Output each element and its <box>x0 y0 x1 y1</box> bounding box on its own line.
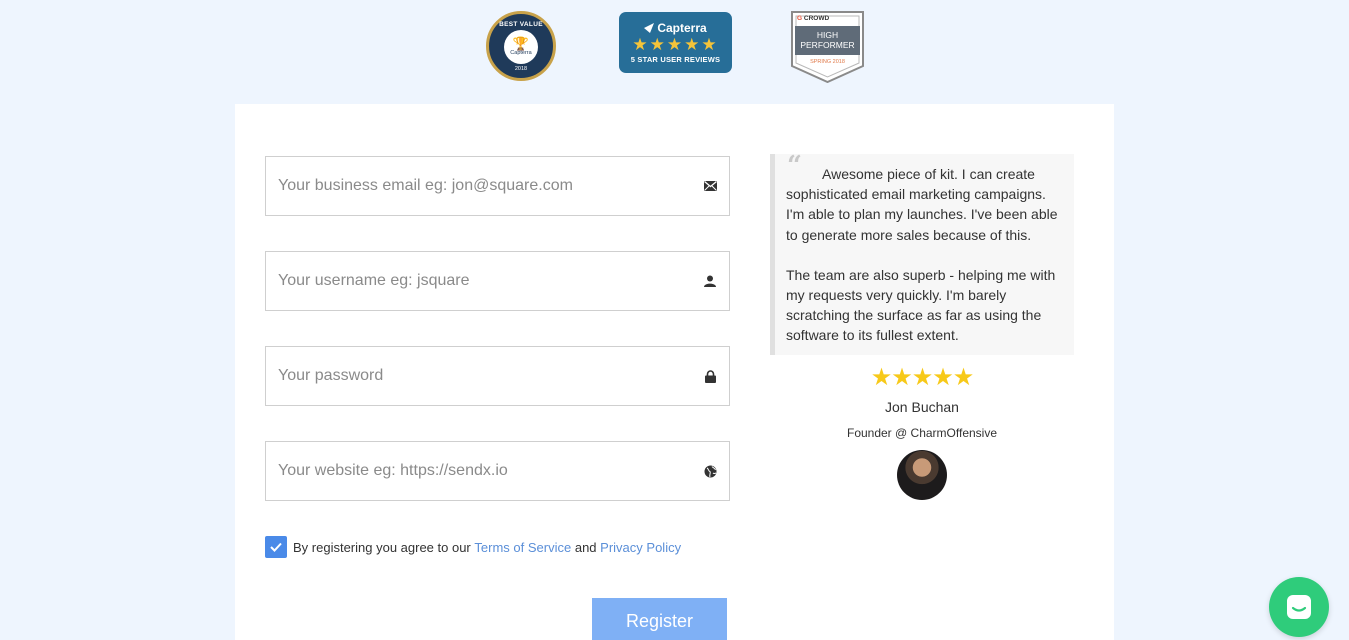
terms-of-service-link[interactable]: Terms of Service <box>474 540 571 555</box>
award-badges: BEST VALUE 🏆 Capterra 2018 Capterra ★★★★… <box>0 0 1349 100</box>
globe-icon <box>703 464 717 478</box>
agree-checkbox[interactable] <box>265 536 287 558</box>
signup-card: By registering you agree to our Terms of… <box>235 104 1114 640</box>
terms-text: By registering you agree to our <box>293 539 471 555</box>
trophy-icon: 🏆 <box>512 35 530 51</box>
g2-header: G CROWD <box>797 15 829 22</box>
capterra-badge: Capterra ★★★★★ 5 STAR USER REVIEWS <box>619 12 732 73</box>
capterra-subtitle: 5 STAR USER REVIEWS <box>630 55 721 64</box>
username-input[interactable] <box>278 272 703 290</box>
testimonial-quote: “ Awesome piece of kit. I can create sop… <box>770 151 1074 355</box>
checkmark-icon <box>270 542 282 552</box>
email-field[interactable] <box>265 156 730 216</box>
terms-agreement: By registering you agree to our Terms of… <box>265 536 681 558</box>
g2-season: SPRING 2018 <box>810 59 845 65</box>
g2-logo-icon: G <box>797 15 803 22</box>
best-value-badge: BEST VALUE 🏆 Capterra 2018 <box>486 11 556 81</box>
quote-icon: “ <box>787 151 802 181</box>
g2-high-performer-badge: G CROWD HIGH PERFORMER SPRING 2018 <box>791 11 864 83</box>
password-input[interactable] <box>278 367 703 385</box>
best-value-year: 2018 <box>514 65 528 72</box>
testimonial-author: Jon Buchan <box>885 399 959 415</box>
g2-title: HIGH PERFORMER <box>795 26 860 55</box>
g2-line1: HIGH <box>816 30 839 40</box>
g2-brand: CROWD <box>803 15 830 22</box>
best-value-emblem: 🏆 Capterra <box>504 29 538 64</box>
rating-stars: ★★★★★ <box>870 364 975 391</box>
testimonial-paragraph-2: The team are also superb - helping me wi… <box>786 266 1056 344</box>
chat-icon <box>1287 595 1311 619</box>
avatar <box>897 450 947 500</box>
best-value-label: BEST VALUE <box>499 20 543 28</box>
capterra-title: Capterra <box>644 21 707 35</box>
website-input[interactable] <box>278 462 703 480</box>
capterra-logo-icon <box>644 23 655 33</box>
terms-and-text: and <box>574 539 597 555</box>
g2-line2: PERFORMER <box>800 40 855 50</box>
testimonial-role: Founder @ CharmOffensive <box>846 426 998 440</box>
chat-launcher-button[interactable] <box>1269 577 1329 637</box>
testimonial-paragraph-1: Awesome piece of kit. I can create sophi… <box>786 166 1058 243</box>
register-button[interactable]: Register <box>592 598 727 640</box>
capterra-stars: ★★★★★ <box>632 35 719 54</box>
envelope-icon <box>703 179 717 193</box>
lock-icon <box>703 369 717 383</box>
user-icon <box>703 274 717 288</box>
username-field[interactable] <box>265 251 730 311</box>
privacy-policy-link[interactable]: Privacy Policy <box>600 540 681 555</box>
capterra-brand: Capterra <box>657 21 707 35</box>
email-input[interactable] <box>278 177 703 195</box>
website-field[interactable] <box>265 441 730 501</box>
best-value-brand: Capterra <box>510 49 532 56</box>
password-field[interactable] <box>265 346 730 406</box>
